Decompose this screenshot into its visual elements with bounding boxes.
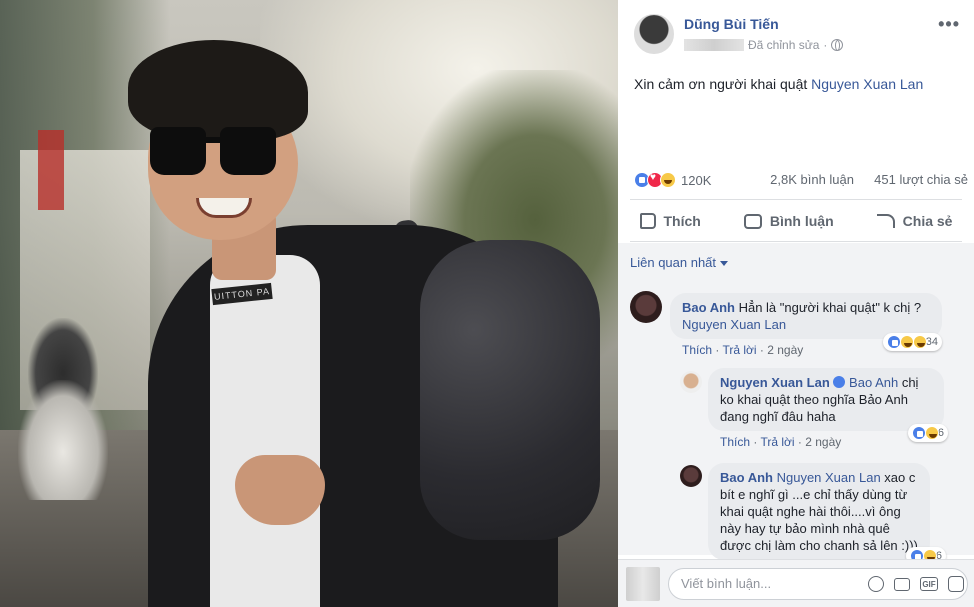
like-label: Thích xyxy=(663,213,701,229)
commenter-avatar[interactable] xyxy=(680,371,702,393)
post-panel: Dũng Bùi Tiến Đã chỉnh sửa · ••• Xin cảm… xyxy=(618,0,974,607)
share-button[interactable]: Chia sẻ xyxy=(876,213,953,229)
comment-time[interactable]: 2 ngày xyxy=(767,343,803,357)
comment-like-link[interactable]: Thích xyxy=(720,435,750,449)
comment-time[interactable]: 2 ngày xyxy=(805,435,841,449)
author-avatar[interactable] xyxy=(634,14,674,54)
emoji-icon[interactable] xyxy=(868,576,884,592)
comment-item: Bao Anh Hẳn là "người khai quật" k chị ?… xyxy=(670,293,942,357)
divider xyxy=(630,241,962,242)
separator: · xyxy=(756,343,768,357)
photo-person-hair xyxy=(128,40,308,140)
post-tag-link[interactable]: Nguyen Xuan Lan xyxy=(811,76,923,92)
like-reaction-icon xyxy=(911,426,926,440)
comment-label: Bình luận xyxy=(769,213,834,229)
comment-sort-dropdown[interactable]: Liên quan nhất xyxy=(630,255,729,270)
comment-reactions[interactable]: 34 xyxy=(882,333,942,351)
divider xyxy=(630,199,962,200)
haha-reaction-icon xyxy=(924,426,939,440)
share-label: Chia sẻ xyxy=(902,213,953,229)
photo-backpack xyxy=(420,240,600,540)
comment-mention[interactable]: Nguyen Xuan Lan xyxy=(777,470,881,485)
comment-like-link[interactable]: Thích xyxy=(682,343,712,357)
reply-item: Bao Anh Nguyen Xuan Lan xao c bít e nghĩ… xyxy=(708,463,946,565)
sticker-icon[interactable] xyxy=(948,576,964,592)
commenter-name[interactable]: Nguyen Xuan Lan xyxy=(720,375,830,390)
photo-scooter xyxy=(18,380,108,500)
post-text-body: Xin cảm ơn người khai quật xyxy=(634,76,812,92)
reaction-count: 120K xyxy=(681,172,712,188)
comment-mention[interactable]: Bao Anh xyxy=(849,375,898,390)
verified-badge-icon xyxy=(833,376,846,388)
commenter-name[interactable]: Bao Anh xyxy=(720,470,773,485)
globe-icon[interactable] xyxy=(831,39,844,51)
haha-reaction-icon xyxy=(899,335,914,349)
haha-reaction-icon xyxy=(912,335,927,349)
post-timestamp-blurred[interactable] xyxy=(684,39,744,51)
separator: · xyxy=(794,435,806,449)
share-icon xyxy=(876,214,895,228)
comment-reaction-count: 34 xyxy=(925,336,938,348)
camera-icon[interactable] xyxy=(894,577,910,591)
edited-label[interactable]: Đã chỉnh sửa xyxy=(748,38,819,52)
more-options-button[interactable]: ••• xyxy=(938,14,960,35)
post-photo[interactable]: UITTON PA xyxy=(0,0,618,607)
commenter-avatar[interactable] xyxy=(630,291,662,323)
sort-label: Liên quan nhất xyxy=(630,255,717,270)
like-reaction-icon xyxy=(886,335,901,349)
photo-hand xyxy=(235,455,325,525)
comment-composer: Viết bình luận... GIF xyxy=(618,559,974,607)
comment-button[interactable]: Bình luận xyxy=(743,213,834,229)
reply-item: Nguyen Xuan Lan Bao Anh chị ko khai quật… xyxy=(708,368,948,449)
post-header: Dũng Bùi Tiến Đã chỉnh sửa · ••• xyxy=(618,0,974,62)
post-actions: Thích Bình luận Chia sẻ xyxy=(618,206,974,236)
photo-sunglasses xyxy=(150,127,280,179)
comment-reactions[interactable]: 6 xyxy=(907,424,948,442)
separator: · xyxy=(712,343,723,357)
gif-icon[interactable]: GIF xyxy=(920,577,938,591)
share-count-link[interactable]: 451 lượt chia sẻ xyxy=(874,172,968,187)
comment-reply-link[interactable]: Trả lời xyxy=(760,435,794,449)
comment-icon xyxy=(743,213,762,229)
comment-bubble: Bao Anh Nguyen Xuan Lan xao c bít e nghĩ… xyxy=(708,463,930,560)
haha-reaction-icon xyxy=(660,172,676,188)
comment-text: Hẳn là "người khai quật" k chị ? xyxy=(734,300,922,315)
photo-person-shirt xyxy=(210,255,320,607)
thumbs-up-icon xyxy=(639,213,656,229)
commenter-name[interactable]: Bao Anh xyxy=(682,300,735,315)
like-button[interactable]: Thích xyxy=(639,213,701,229)
photo-flag xyxy=(38,130,64,210)
author-name[interactable]: Dũng Bùi Tiến xyxy=(684,16,779,32)
comment-bubble: Nguyen Xuan Lan Bao Anh chị ko khai quật… xyxy=(708,368,944,431)
commenter-avatar[interactable] xyxy=(680,465,702,487)
comment-count-link[interactable]: 2,8K bình luận xyxy=(770,172,854,187)
comments-area[interactable]: Liên quan nhất Bao Anh Hẳn là "người kha… xyxy=(618,243,974,565)
caret-down-icon xyxy=(720,261,729,267)
current-user-avatar xyxy=(626,567,660,601)
reactions-summary[interactable]: 120K xyxy=(634,172,711,188)
post-text: Xin cảm ơn người khai quật Nguyen Xuan L… xyxy=(634,76,923,92)
composer-tools: GIF xyxy=(868,576,964,592)
post-stats: 120K 2,8K bình luận 451 lượt chia sẻ xyxy=(634,172,968,190)
separator-dot: · xyxy=(823,38,828,52)
separator: · xyxy=(750,435,761,449)
comment-reply-link[interactable]: Trả lời xyxy=(722,343,756,357)
post-meta: Đã chỉnh sửa · xyxy=(684,38,844,52)
comment-mention[interactable]: Nguyen Xuan Lan xyxy=(682,317,786,332)
